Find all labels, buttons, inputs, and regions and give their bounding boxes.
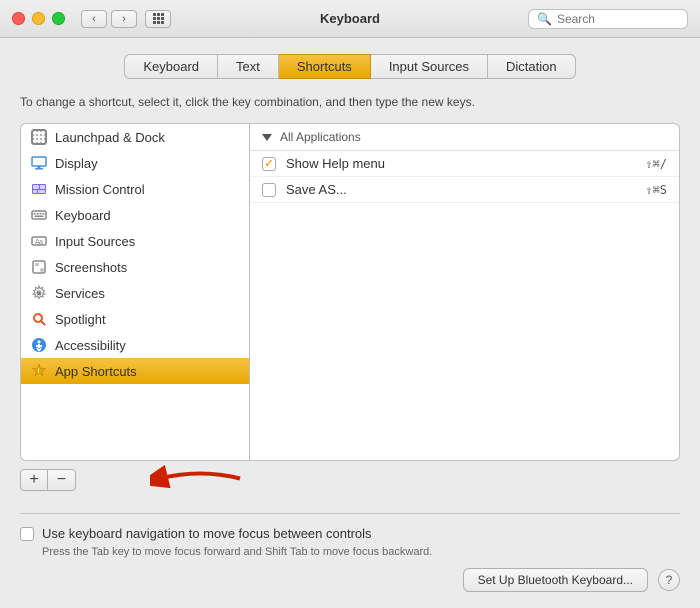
display-icon: [31, 155, 47, 171]
sidebar-item-screenshots[interactable]: Screenshots: [21, 254, 249, 280]
sidebar-item-label: Keyboard: [55, 208, 111, 223]
all-apps-label: All Applications: [280, 130, 361, 144]
nav-buttons: ‹ ›: [81, 10, 137, 28]
maximize-button[interactable]: [52, 12, 65, 25]
back-button[interactable]: ‹: [81, 10, 107, 28]
svg-text:!: !: [38, 369, 40, 375]
nav-checkbox-row: Use keyboard navigation to move focus be…: [20, 526, 680, 541]
app-shortcuts-icon: !: [31, 363, 47, 379]
sidebar-item-mission-control[interactable]: Mission Control: [21, 176, 249, 202]
shortcut-keys: ⇧⌘/: [645, 157, 667, 171]
shortcut-checkbox-show-help[interactable]: ✓: [262, 157, 276, 171]
sidebar-item-label: App Shortcuts: [55, 364, 137, 379]
shortcut-name: Show Help menu: [286, 156, 645, 171]
tab-keyboard[interactable]: Keyboard: [124, 54, 218, 79]
nav-keyboard-checkbox[interactable]: [20, 527, 34, 541]
action-bar: Set Up Bluetooth Keyboard... ?: [20, 558, 680, 592]
svg-text:a: a: [39, 239, 43, 246]
sidebar-item-app-shortcuts[interactable]: ! App Shortcuts: [21, 358, 249, 384]
main-content: Keyboard Text Shortcuts Input Sources Di…: [0, 38, 700, 608]
tab-text[interactable]: Text: [218, 54, 279, 79]
sidebar-item-services[interactable]: Services: [21, 280, 249, 306]
right-panel: All Applications ✓ Show Help menu ⇧⌘/ Sa…: [250, 123, 680, 461]
gear-icon: [31, 285, 47, 301]
sidebar-item-input-sources[interactable]: A a Input Sources: [21, 228, 249, 254]
shortcut-row-show-help[interactable]: ✓ Show Help menu ⇧⌘/: [250, 151, 679, 177]
sidebar-item-label: Accessibility: [55, 338, 126, 353]
checkmark-icon: ✓: [264, 157, 273, 170]
sidebar-item-label: Display: [55, 156, 98, 171]
traffic-lights: [12, 12, 65, 25]
screenshots-icon: [31, 259, 47, 275]
spotlight-icon: [31, 311, 47, 327]
bottom-section: Use keyboard navigation to move focus be…: [20, 513, 680, 558]
sidebar-item-label: Mission Control: [55, 182, 145, 197]
tabs-bar: Keyboard Text Shortcuts Input Sources Di…: [20, 54, 680, 79]
sidebar-item-label: Spotlight: [55, 312, 106, 327]
launchpad-icon: [31, 129, 47, 145]
sidebar-item-label: Services: [55, 286, 105, 301]
accessibility-icon: [31, 337, 47, 353]
window-title: Keyboard: [320, 11, 380, 26]
sidebar-item-spotlight[interactable]: Spotlight: [21, 306, 249, 332]
shortcut-keys: ⇧⌘S: [645, 183, 667, 197]
sidebar-list: Launchpad & Dock Display: [20, 123, 250, 461]
grid-button[interactable]: [145, 10, 171, 28]
content-area: Launchpad & Dock Display: [20, 123, 680, 461]
forward-button[interactable]: ›: [111, 10, 137, 28]
sidebar-item-label: Input Sources: [55, 234, 135, 249]
mission-control-icon: [31, 181, 47, 197]
sidebar-item-keyboard[interactable]: Keyboard: [21, 202, 249, 228]
sidebar-item-label: Launchpad & Dock: [55, 130, 165, 145]
close-button[interactable]: [12, 12, 25, 25]
remove-button[interactable]: −: [48, 469, 76, 491]
input-sources-icon: A a: [31, 233, 47, 249]
tab-input-sources[interactable]: Input Sources: [371, 54, 488, 79]
arrow-hint: [150, 464, 250, 497]
nav-hint-text: Press the Tab key to move focus forward …: [42, 546, 680, 558]
shortcuts-list: ✓ Show Help menu ⇧⌘/ Save AS... ⇧⌘S: [250, 151, 679, 460]
tab-shortcuts[interactable]: Shortcuts: [279, 54, 371, 79]
sidebar-item-display[interactable]: Display: [21, 150, 249, 176]
search-box[interactable]: 🔍: [528, 9, 688, 29]
shortcut-name: Save AS...: [286, 182, 645, 197]
add-button[interactable]: +: [20, 469, 48, 491]
grid-icon: [153, 13, 164, 24]
shortcut-row-save-as[interactable]: Save AS... ⇧⌘S: [250, 177, 679, 203]
minimize-button[interactable]: [32, 12, 45, 25]
sidebar-item-accessibility[interactable]: Accessibility: [21, 332, 249, 358]
search-icon: 🔍: [537, 12, 552, 26]
titlebar: ‹ › Keyboard 🔍: [0, 0, 700, 38]
all-apps-header: All Applications: [250, 124, 679, 151]
search-input[interactable]: [557, 12, 679, 26]
help-button[interactable]: ?: [658, 569, 680, 591]
description-text: To change a shortcut, select it, click t…: [20, 93, 680, 111]
collapse-icon: [262, 134, 272, 141]
tab-dictation[interactable]: Dictation: [488, 54, 576, 79]
add-remove-bar: + −: [20, 469, 680, 491]
shortcut-checkbox-save-as[interactable]: [262, 183, 276, 197]
sidebar-item-launchpad[interactable]: Launchpad & Dock: [21, 124, 249, 150]
keyboard-icon: [31, 207, 47, 223]
bluetooth-setup-button[interactable]: Set Up Bluetooth Keyboard...: [463, 568, 648, 592]
sidebar-item-label: Screenshots: [55, 260, 127, 275]
nav-checkbox-label: Use keyboard navigation to move focus be…: [42, 526, 372, 541]
